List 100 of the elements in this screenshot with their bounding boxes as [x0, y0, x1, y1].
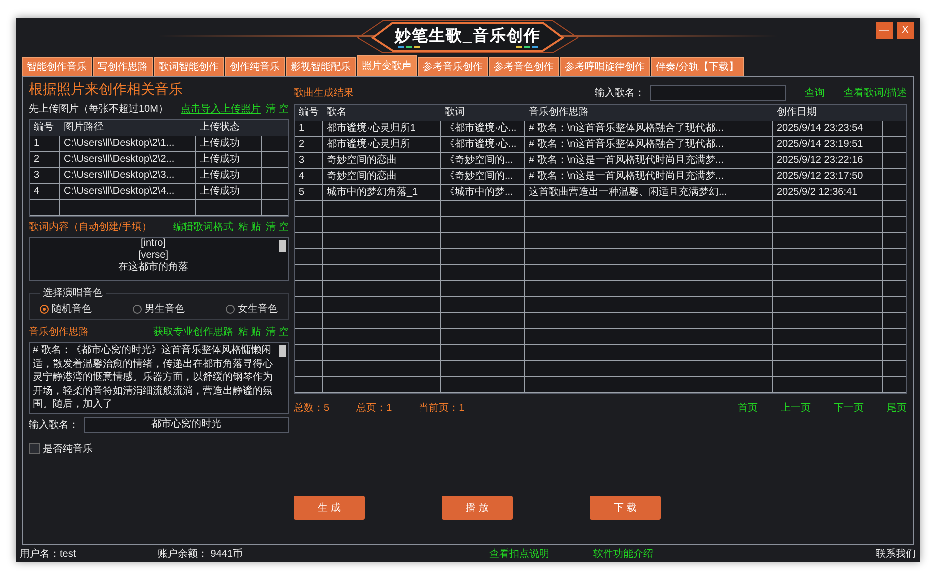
- column-header: 歌词: [444, 106, 466, 120]
- clear-link[interactable]: 清 空: [266, 102, 289, 116]
- idea-action-link[interactable]: 清 空: [266, 325, 289, 339]
- table-cell: 上传成功: [196, 136, 262, 151]
- import-photos-link[interactable]: 点击导入上传照片: [181, 102, 262, 116]
- table-cell: 都市谧境·心灵归所1: [323, 121, 441, 136]
- window-title: 妙笔生歌_音乐创作: [395, 26, 541, 47]
- lyrics-action-link[interactable]: 粘 贴: [238, 220, 262, 234]
- table-row[interactable]: 5 城市中的梦幻角落_1 《城市中的梦... 这首歌曲营造出一种温馨、闲适且充满梦幻... 2025/9/2 12:36:41: [295, 185, 906, 201]
- results-action-link[interactable]: 查询: [805, 86, 826, 100]
- column-header: 创作日期: [776, 106, 818, 120]
- table-cell: C:\Users\ll\Desktop\2\2...: [60, 152, 196, 167]
- username-text: 用户名：test: [20, 548, 78, 560]
- column-header: 图片路径: [63, 120, 105, 135]
- table-cell: 《城市中的梦...: [441, 185, 525, 200]
- lyrics-line: 在这都市的角落: [118, 262, 188, 274]
- column-header: 编号: [33, 120, 55, 135]
- radio-button[interactable]: [40, 304, 49, 314]
- table-cell: 2025/9/14 23:23:54: [773, 121, 883, 136]
- table-row[interactable]: 2 C:\Users\ll\Desktop\2\2... 上传成功: [30, 152, 288, 168]
- table-cell: 都市谧境·心灵归所: [323, 137, 441, 152]
- table-cell: # 歌名：\n这是一首风格现代时尚且充满梦...: [525, 153, 773, 168]
- idea-label: 音乐创作思路: [29, 326, 89, 339]
- voice-option[interactable]: 男生音色: [133, 302, 185, 316]
- radio-button[interactable]: [226, 304, 235, 314]
- table-cell: 上传成功: [196, 168, 262, 183]
- table-row[interactable]: 4 奇妙空间的恋曲 《奇妙空间的... # 歌名：\n这是一首风格现代时尚且充满梦... 2025/9/12 23:17:50: [295, 169, 906, 185]
- results-action-link[interactable]: 查看歌词/描述: [844, 86, 907, 100]
- table-cell: # 歌名：\n这是一首风格现代时尚且充满梦...: [525, 169, 773, 184]
- table-cell: 2025/9/14 23:19:51: [773, 137, 883, 152]
- table-cell: 2025/9/2 12:36:41: [773, 185, 883, 200]
- pager-link[interactable]: 尾页: [887, 401, 907, 415]
- table-cell: 奇妙空间的恋曲: [323, 153, 441, 168]
- table-cell: 4: [295, 169, 323, 184]
- column-header: 音乐创作思路: [528, 106, 590, 120]
- lyrics-action-link[interactable]: 编辑歌词格式: [173, 220, 234, 234]
- table-cell: 《都市谧境·心...: [441, 121, 525, 136]
- pager-link[interactable]: 首页: [738, 401, 758, 415]
- table-cell: C:\Users\ll\Desktop\2\1...: [60, 136, 196, 151]
- pager-link[interactable]: 上一页: [781, 401, 811, 415]
- table-cell: 《都市谧境·心...: [441, 137, 525, 152]
- lyrics-line: [intro]: [140, 238, 166, 250]
- contact-link[interactable]: 联系我们: [876, 546, 916, 560]
- table-cell: C:\Users\ll\Desktop\2\3...: [60, 168, 196, 183]
- section-heading: 根据照片来创作相关音乐: [29, 81, 184, 99]
- current-page: 当前页：1: [419, 402, 465, 415]
- pager-link[interactable]: 下一页: [834, 401, 864, 415]
- table-cell: 3: [295, 153, 323, 168]
- table-cell: 这首歌曲营造出一种温馨、闲适且充满梦幻...: [525, 185, 773, 200]
- radio-button[interactable]: [133, 304, 142, 314]
- upload-label: 先上传图片（每张不超过10M）: [29, 102, 168, 116]
- table-cell: 2025/9/12 23:22:16: [773, 153, 883, 168]
- table-cell: 城市中的梦幻角落_1: [323, 185, 441, 200]
- pure-music-option[interactable]: 是否纯音乐: [29, 442, 289, 456]
- lyrics-field[interactable]: [intro] [verse] 在这都市的角落: [29, 237, 289, 281]
- scrollbar[interactable]: [279, 240, 286, 252]
- table-cell: C:\Users\ll\Desktop\2\4...: [60, 184, 196, 199]
- results-title: 歌曲生成结果: [294, 86, 354, 100]
- table-row[interactable]: 1 都市谧境·心灵归所1 《都市谧境·心... # 歌名：\n这首音乐整体风格融合了现代都... 2025/9/14 23:23:54: [295, 121, 906, 137]
- scrollbar[interactable]: [279, 345, 286, 357]
- lyrics-label: 歌词内容（自动创建/手填）: [29, 220, 152, 234]
- column-header: 编号: [298, 106, 320, 120]
- song-name-label: 输入歌名：: [29, 418, 79, 432]
- table-row[interactable]: 1 C:\Users\ll\Desktop\2\1... 上传成功: [30, 136, 288, 152]
- balance-text: 账户余额： 9441币: [158, 548, 244, 560]
- column-header: 歌名: [326, 106, 348, 120]
- minimize-button[interactable]: —: [876, 22, 893, 39]
- voice-legend: 选择演唱音色: [40, 286, 106, 300]
- status-link[interactable]: 软件功能介绍: [593, 546, 654, 560]
- table-cell: # 歌名：\n这首音乐整体风格融合了现代都...: [525, 121, 773, 136]
- status-link[interactable]: 查看扣点说明: [489, 546, 550, 560]
- idea-action-link[interactable]: 粘 贴: [238, 325, 262, 339]
- table-cell: 2: [295, 137, 323, 152]
- table-cell: 《奇妙空间的...: [441, 153, 525, 168]
- table-cell: # 歌名：\n这首音乐整体风格融合了现代都...: [525, 137, 773, 152]
- lyrics-action-link[interactable]: 清 空: [266, 220, 289, 234]
- search-field[interactable]: [650, 85, 786, 101]
- table-row[interactable]: 4 C:\Users\ll\Desktop\2\4... 上传成功: [30, 184, 288, 200]
- table-cell: 上传成功: [196, 184, 262, 199]
- column-header: 上传状态: [199, 120, 241, 135]
- table-row[interactable]: 3 C:\Users\ll\Desktop\2\3... 上传成功: [30, 168, 288, 184]
- table-cell: 3: [30, 168, 60, 183]
- song-name-field[interactable]: 都市心窝的时光: [84, 416, 289, 432]
- download-button[interactable]: 下 载: [590, 496, 661, 520]
- table-row[interactable]: 3 奇妙空间的恋曲 《奇妙空间的... # 歌名：\n这是一首风格现代时尚且充满梦... 2025/9/12 23:22:16: [295, 153, 906, 169]
- table-row[interactable]: 2 都市谧境·心灵归所 《都市谧境·心... # 歌名：\n这首音乐整体风格融合了现代都... 2025/9/14 23:19:51: [295, 137, 906, 153]
- search-label: 输入歌名：: [595, 86, 646, 100]
- voice-option[interactable]: 女生音色: [226, 302, 278, 316]
- generate-button[interactable]: 生 成: [294, 496, 365, 520]
- table-cell: 上传成功: [196, 152, 262, 167]
- page-count: 总页：1: [356, 402, 392, 415]
- voice-option[interactable]: 随机音色: [40, 302, 92, 316]
- table-cell: 2025/9/12 23:17:50: [773, 169, 883, 184]
- checkbox[interactable]: [29, 443, 40, 454]
- table-cell: 4: [30, 184, 60, 199]
- idea-action-link[interactable]: 获取专业创作思路: [153, 325, 234, 339]
- close-button[interactable]: X: [897, 22, 914, 39]
- table-cell: 1: [30, 136, 60, 151]
- table-cell: 2: [30, 152, 60, 167]
- play-button[interactable]: 播 放: [442, 496, 513, 520]
